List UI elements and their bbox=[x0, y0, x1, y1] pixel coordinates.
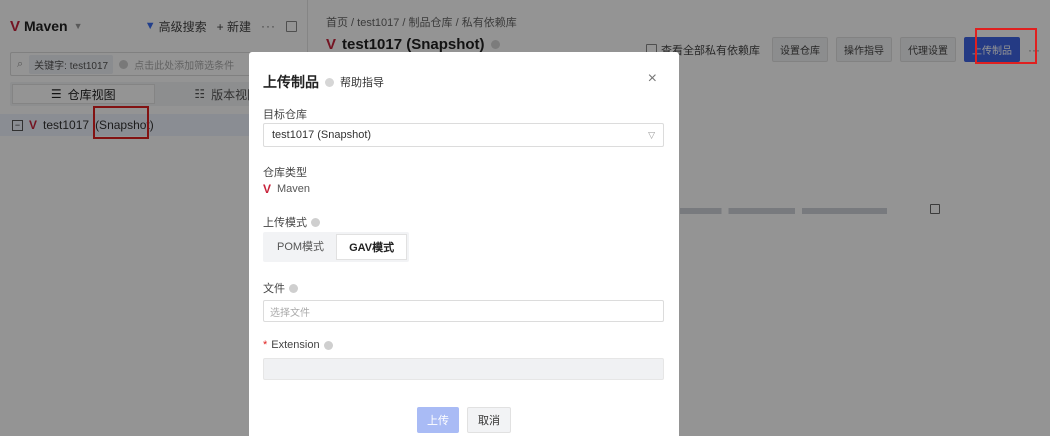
maven-logo-icon: V bbox=[263, 182, 272, 196]
file-label: 文件 bbox=[263, 280, 298, 296]
repo-type-label: 仓库类型 bbox=[263, 167, 307, 179]
file-input[interactable]: 选择文件 bbox=[263, 300, 664, 322]
cancel-button[interactable]: 取消 bbox=[467, 407, 511, 433]
help-icon bbox=[325, 77, 334, 87]
highlight-box bbox=[975, 28, 1037, 64]
chevron-down-icon: ▽ bbox=[648, 129, 655, 140]
question-icon[interactable] bbox=[311, 217, 320, 227]
target-repo-select[interactable]: test1017 (Snapshot) ▽ bbox=[263, 123, 664, 147]
upload-artifact-dialog: 上传制品 帮助指导 × 目标仓库 test1017 (Snapshot) ▽ 仓… bbox=[249, 52, 679, 436]
close-icon[interactable]: × bbox=[648, 70, 657, 88]
mode-pom[interactable]: POM模式 bbox=[265, 234, 336, 260]
question-icon[interactable] bbox=[289, 283, 298, 293]
upload-mode-switch: POM模式 GAV模式 bbox=[263, 232, 410, 262]
dialog-footer: 上传 取消 bbox=[249, 407, 679, 433]
extension-field[interactable] bbox=[263, 358, 664, 380]
target-repo-label: 目标仓库 bbox=[263, 109, 307, 121]
upload-button[interactable]: 上传 bbox=[417, 407, 459, 433]
repo-type-value: V Maven bbox=[263, 182, 311, 196]
extension-label: * Extension bbox=[263, 339, 333, 351]
dialog-header: 上传制品 帮助指导 bbox=[263, 72, 384, 92]
dialog-title: 上传制品 bbox=[263, 74, 319, 90]
upload-mode-label: 上传模式 bbox=[263, 214, 320, 230]
mode-gav[interactable]: GAV模式 bbox=[336, 234, 408, 260]
question-icon[interactable] bbox=[323, 340, 333, 350]
help-link[interactable]: 帮助指导 bbox=[340, 74, 384, 90]
